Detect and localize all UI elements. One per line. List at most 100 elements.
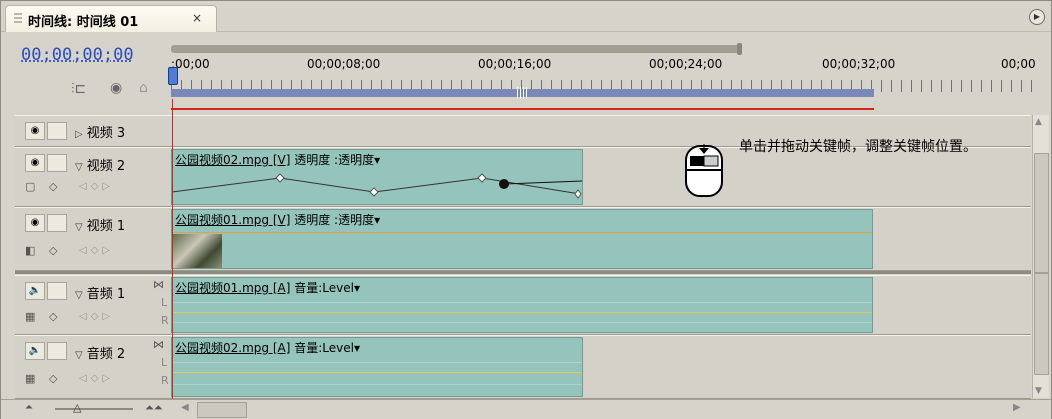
track-area[interactable]: 公园视频01.mpg [V] 透明度 :透明度▾ [171, 208, 1031, 270]
zoom-in-icon[interactable]: ⏶⏶ [145, 401, 163, 415]
lock-icon[interactable] [47, 214, 67, 232]
playhead-handle[interactable] [168, 67, 178, 85]
track-area[interactable]: 公园视频01.mpg [A] 音量:Level▾ [171, 276, 1031, 334]
show-keyframes-icon[interactable]: ◇ [49, 244, 57, 257]
show-keyframes-icon[interactable]: ◇ [49, 372, 57, 385]
channel-left: L [161, 356, 168, 369]
horizontal-scrollbar[interactable]: ⏶ △ ⏶⏶ ◀ ▶ [1, 399, 1051, 419]
panel-menu-icon[interactable]: ▶ [1029, 9, 1045, 25]
set-marker-icon[interactable]: ⌂ [139, 80, 148, 96]
channel-left: L [161, 296, 168, 309]
collapse-icon[interactable]: ▽ [75, 350, 83, 361]
clip-label: 公园视频02.mpg [A] 音量:Level▾ [175, 341, 360, 355]
clip-video-2[interactable]: 公园视频02.mpg [V] 透明度 :透明度▾ [171, 149, 583, 205]
work-area-grip[interactable] [517, 87, 529, 99]
vertical-scrollbar[interactable]: ▲ ▼ [1032, 115, 1049, 398]
playhead-line[interactable] [172, 99, 173, 399]
collapse-icon[interactable]: ▽ [75, 222, 83, 233]
track-area[interactable]: 公园视频02.mpg [A] 音量:Level▾ [171, 336, 1031, 398]
track-label: 音频 2 [86, 347, 126, 362]
eye-icon[interactable]: ◉ [25, 122, 45, 140]
zoom-slider-track[interactable] [55, 408, 133, 410]
mouse-icon [684, 142, 724, 198]
keyframe-nav-icon[interactable]: ◁◇▷ [79, 181, 114, 192]
waveform-icon[interactable]: ▦ [25, 372, 35, 385]
keyframe-nav-icon[interactable]: ◁◇▷ [79, 245, 114, 256]
channel-right: R [161, 314, 169, 327]
time-ruler[interactable]: ;00;00 00;00;08;00 00;00;16;00 00;00;24;… [168, 31, 1036, 115]
timeline-panel: 时间线: 时间线 01 × ▶ 00;00;00;00 ⫶⊏ ◉ ⌂ ;00;0… [0, 0, 1052, 419]
tab-title: 时间线: 时间线 01 [28, 15, 139, 30]
current-timecode[interactable]: 00;00;00;00 [21, 45, 134, 65]
zoom-out-icon[interactable]: ⏶ [25, 402, 33, 413]
display-style-icon[interactable]: ▢ [25, 180, 35, 193]
track-header: 🔈 ▽ 音频 2 ⋈ L R ▦ ◇ ◁◇▷ [21, 336, 171, 398]
zoom-slider-handle[interactable]: △ [73, 401, 81, 414]
track-name: ▽ 视频 1 [75, 215, 125, 234]
volume-line[interactable] [172, 372, 582, 373]
ruler-label: 00;00;16;00 [478, 57, 552, 71]
speaker-icon[interactable]: 🔈 [25, 342, 45, 360]
clip-name: 公园视频01.mpg [A] [175, 281, 291, 295]
waveform-lane [172, 362, 582, 363]
show-keyframes-icon[interactable]: ◇ [49, 310, 57, 323]
keyframe-nav-icon[interactable]: ◁◇▷ [79, 311, 114, 322]
opacity-line[interactable] [172, 232, 872, 233]
show-keyframes-icon[interactable]: ◇ [49, 180, 57, 193]
track-label: 视频 3 [86, 126, 126, 141]
sync-lock-icon[interactable]: ⋈ [153, 278, 164, 291]
volume-line[interactable] [172, 312, 872, 313]
clip-label: 公园视频02.mpg [V] 透明度 :透明度▾ [175, 153, 381, 167]
eye-icon[interactable]: ◉ [25, 214, 45, 232]
render-bar [171, 108, 874, 110]
marker-icon[interactable]: ◉ [110, 80, 122, 96]
expand-icon[interactable]: ▷ [75, 129, 83, 140]
speaker-icon[interactable]: 🔈 [25, 282, 45, 300]
close-icon[interactable]: × [192, 11, 202, 25]
vertical-scroll-thumb[interactable] [1034, 273, 1049, 375]
clip-effect[interactable]: 音量:Level [294, 341, 354, 355]
clip-effect[interactable]: 透明度 :透明度 [294, 153, 374, 167]
track-name: ▽ 音频 1 [75, 283, 125, 302]
sync-lock-icon[interactable]: ⋈ [153, 338, 164, 351]
keyframe-nav-icon[interactable]: ◁◇▷ [79, 373, 114, 384]
horizontal-scroll-thumb[interactable] [197, 402, 247, 418]
snap-icon[interactable]: ⫶⊏ [71, 81, 86, 97]
clip-audio-1[interactable]: 公园视频01.mpg [A] 音量:Level▾ [171, 277, 873, 333]
waveform-lane [172, 302, 872, 303]
tab-timeline[interactable]: 时间线: 时间线 01 × [5, 5, 217, 32]
track-label: 音频 1 [86, 287, 126, 302]
clip-name: 公园视频01.mpg [V] [175, 213, 291, 227]
grip-icon[interactable] [14, 13, 22, 25]
scroll-down-icon[interactable]: ▼ [1035, 386, 1042, 396]
vertical-scroll-thumb[interactable] [1034, 153, 1049, 273]
clip-effect[interactable]: 音量:Level [294, 281, 354, 295]
scroll-left-icon[interactable]: ◀ [181, 402, 189, 413]
waveform-icon[interactable]: ▦ [25, 310, 35, 323]
lock-icon[interactable] [47, 342, 67, 360]
eye-icon[interactable]: ◉ [25, 154, 45, 172]
display-style-icon[interactable]: ◧ [25, 244, 35, 257]
video-audio-divider[interactable] [15, 271, 1031, 274]
collapse-icon[interactable]: ▽ [75, 162, 83, 173]
waveform-lane [172, 384, 582, 385]
track-name: ▽ 视频 2 [75, 155, 125, 174]
clip-video-1[interactable]: 公园视频01.mpg [V] 透明度 :透明度▾ [171, 209, 873, 269]
lock-icon[interactable] [47, 154, 67, 172]
clip-label: 公园视频01.mpg [A] 音量:Level▾ [175, 281, 360, 295]
scroll-right-icon[interactable]: ▶ [1013, 402, 1021, 413]
zoom-scroll-bar[interactable] [171, 45, 741, 53]
waveform-lane [172, 322, 872, 323]
zoom-scroll-handle[interactable] [737, 43, 742, 55]
opacity-keyframe-line[interactable] [172, 168, 582, 204]
track-header: ◉ ▽ 视频 1 ◧ ◇ ◁◇▷ [21, 208, 171, 270]
clip-name: 公园视频02.mpg [V] [175, 153, 291, 167]
clip-effect[interactable]: 透明度 :透明度 [294, 213, 374, 227]
scroll-up-icon[interactable]: ▲ [1035, 117, 1042, 127]
clip-audio-2[interactable]: 公园视频02.mpg [A] 音量:Level▾ [171, 337, 583, 397]
lock-icon[interactable] [47, 282, 67, 300]
ruler-label: 00;00;32;00 [822, 57, 896, 71]
lock-icon[interactable] [47, 122, 67, 140]
collapse-icon[interactable]: ▽ [75, 290, 83, 301]
clip-label: 公园视频01.mpg [V] 透明度 :透明度▾ [175, 213, 381, 227]
